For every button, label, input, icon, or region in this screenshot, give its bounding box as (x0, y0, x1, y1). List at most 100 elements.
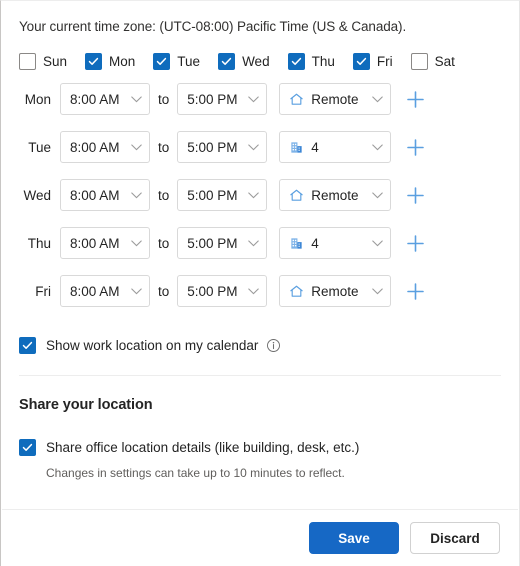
start-time-dropdown[interactable]: 8:00 AM (60, 83, 150, 115)
start-time-dropdown[interactable]: 8:00 AM (60, 227, 150, 259)
to-label: to (158, 283, 170, 299)
location-dropdown[interactable]: Remote (279, 83, 392, 115)
chevron-down-icon (372, 239, 384, 246)
start-time-dropdown[interactable]: 8:00 AM (60, 179, 150, 211)
chevron-down-icon (248, 287, 260, 294)
location-dropdown[interactable]: Remote (279, 179, 392, 211)
checkbox-wed[interactable] (218, 52, 236, 70)
end-time-value: 5:00 PM (187, 235, 238, 251)
end-time-dropdown[interactable]: 5:00 PM (177, 275, 268, 307)
chevron-down-icon (248, 191, 260, 198)
checkbox-sat[interactable] (410, 52, 428, 70)
schedule-row: Tue 8:00 AM to 5:00 PM 4 (19, 131, 501, 163)
day-label-tue: Tue (177, 53, 201, 69)
day-checkbox-fri[interactable]: Fri (352, 52, 393, 70)
chevron-down-icon (248, 95, 260, 102)
checkbox-sun[interactable] (19, 52, 36, 70)
start-time-value: 8:00 AM (70, 283, 120, 299)
chevron-down-icon (372, 287, 384, 294)
start-time-value: 8:00 AM (70, 187, 120, 203)
plus-icon (406, 282, 424, 300)
day-checkbox-mon[interactable]: Mon (85, 52, 136, 70)
day-checkbox-sun[interactable]: Sun (19, 52, 67, 70)
day-label-thu: Thu (311, 53, 335, 69)
day-checkbox-tue[interactable]: Tue (153, 52, 201, 70)
start-time-dropdown[interactable]: 8:00 AM (60, 131, 150, 163)
schedule-day-label: Mon (24, 91, 51, 107)
day-checkbox-wed[interactable]: Wed (218, 52, 270, 70)
to-label: to (158, 235, 170, 251)
location-dropdown[interactable]: 4 (279, 227, 392, 259)
checkbox-share-office-details[interactable] (19, 438, 36, 456)
end-time-dropdown[interactable]: 5:00 PM (177, 227, 268, 259)
end-time-dropdown[interactable]: 5:00 PM (177, 83, 268, 115)
start-time-value: 8:00 AM (70, 91, 120, 107)
timezone-text: Your current time zone: (UTC-08:00) Paci… (19, 19, 407, 34)
day-checkbox-thu[interactable]: Thu (287, 52, 335, 70)
end-time-dropdown[interactable]: 5:00 PM (177, 179, 268, 211)
schedule-row: Wed 8:00 AM to 5:00 PM Remote (19, 179, 501, 211)
settings-delay-note: Changes in settings can take up to 10 mi… (46, 466, 345, 480)
discard-button[interactable]: Discard (410, 522, 500, 554)
schedule-day-label: Wed (23, 187, 51, 203)
chevron-down-icon (131, 191, 142, 198)
checkbox-show-work-location[interactable] (19, 336, 36, 354)
add-schedule-button[interactable] (402, 278, 428, 304)
chevron-down-icon (248, 239, 260, 246)
location-dropdown[interactable]: Remote (279, 275, 392, 307)
schedule-row: Fri 8:00 AM to 5:00 PM Remote (19, 275, 501, 307)
checkbox-tue[interactable] (153, 52, 171, 70)
add-schedule-button[interactable] (402, 182, 428, 208)
to-label: to (158, 187, 170, 203)
location-dropdown[interactable]: 4 (279, 131, 392, 163)
building-icon (291, 237, 302, 249)
check-icon (157, 57, 167, 65)
check-icon (291, 57, 301, 65)
add-schedule-button[interactable] (402, 86, 428, 112)
check-icon (88, 57, 99, 65)
end-time-value: 5:00 PM (187, 283, 238, 299)
home-icon (290, 93, 303, 105)
start-time-value: 8:00 AM (70, 139, 120, 155)
end-time-dropdown[interactable]: 5:00 PM (177, 131, 268, 163)
check-icon (22, 443, 33, 451)
location-value: 4 (311, 235, 319, 251)
chevron-down-icon (372, 191, 384, 198)
show-work-location-row[interactable]: Show work location on my calendar (19, 335, 501, 355)
chevron-down-icon (131, 143, 142, 150)
section-divider (19, 375, 501, 376)
checkbox-thu[interactable] (287, 52, 305, 70)
add-schedule-button[interactable] (402, 134, 428, 160)
location-value: Remote (311, 283, 359, 299)
home-icon (290, 189, 303, 201)
chevron-down-icon (372, 143, 384, 150)
schedule-day-label: Fri (35, 283, 51, 299)
end-time-value: 5:00 PM (187, 91, 238, 107)
chevron-down-icon (131, 95, 142, 102)
end-time-value: 5:00 PM (187, 139, 238, 155)
plus-icon (406, 234, 424, 252)
location-value: 4 (311, 139, 319, 155)
work-hours-location-panel: Your current time zone: (UTC-08:00) Paci… (0, 0, 520, 566)
plus-icon (406, 138, 424, 156)
schedule-day-label: Tue (28, 139, 51, 155)
info-icon[interactable] (266, 338, 281, 353)
checkbox-fri[interactable] (352, 52, 370, 70)
day-checkbox-sat[interactable]: Sat (410, 52, 455, 70)
to-label: to (158, 91, 170, 107)
start-time-dropdown[interactable]: 8:00 AM (60, 275, 150, 307)
day-label-mon: Mon (109, 53, 136, 69)
start-time-value: 8:00 AM (70, 235, 120, 251)
add-schedule-button[interactable] (402, 230, 428, 256)
day-label-wed: Wed (242, 53, 270, 69)
save-button[interactable]: Save (309, 522, 399, 554)
share-office-details-row[interactable]: Share office location details (like buil… (19, 437, 501, 457)
footer-actions: Save Discard (2, 509, 518, 566)
to-label: to (158, 139, 170, 155)
schedule-row: Mon 8:00 AM to 5:00 PM Remote (19, 83, 501, 115)
schedule-row: Thu 8:00 AM to 5:00 PM 4 (19, 227, 501, 259)
day-label-fri: Fri (376, 53, 393, 69)
checkbox-mon[interactable] (85, 52, 103, 70)
schedule-day-label: Thu (27, 235, 51, 251)
chevron-down-icon (372, 95, 384, 102)
